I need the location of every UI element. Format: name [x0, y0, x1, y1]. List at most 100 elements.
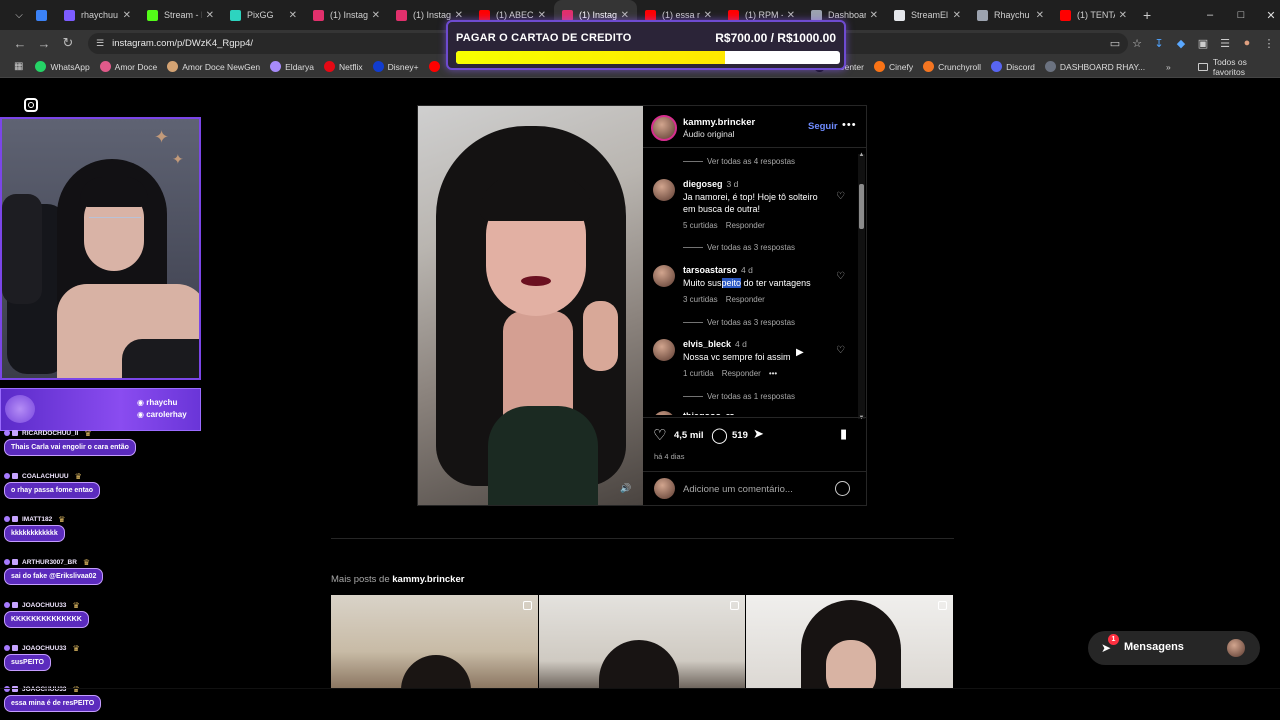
- install-app-icon[interactable]: ▭: [1104, 37, 1126, 50]
- like-count[interactable]: 4,5 mil: [674, 430, 704, 441]
- tab-close-icon[interactable]: ✕: [953, 10, 961, 21]
- browser-tab[interactable]: (1) TENTA ✕: [1052, 0, 1135, 30]
- forward-icon[interactable]: →: [32, 36, 56, 51]
- bookmark-item[interactable]: Netflix: [323, 61, 363, 72]
- profile-avatar-icon[interactable]: ●: [1236, 37, 1258, 49]
- bookmark-item[interactable]: Amor Doce: [99, 61, 157, 72]
- messages-button[interactable]: ➤ 1 Mensagens: [1088, 631, 1260, 665]
- tab-close-icon[interactable]: ✕: [538, 10, 546, 21]
- tab-close-icon[interactable]: ✕: [372, 10, 380, 21]
- post-video[interactable]: 🔊: [418, 106, 643, 505]
- browser-tab[interactable]: (1) Instag ✕: [305, 0, 388, 30]
- tab-close-icon[interactable]: ✕: [621, 10, 629, 21]
- more-options-icon[interactable]: •••: [842, 119, 857, 131]
- comments-scrollbar[interactable]: ▲ ▼: [858, 152, 865, 421]
- all-favorites[interactable]: Todos os favoritos: [1198, 57, 1280, 77]
- bookmark-item[interactable]: Disney+: [372, 61, 419, 72]
- view-replies-button[interactable]: Ver todas as 1 respostas: [683, 392, 795, 401]
- tab-close-icon[interactable]: ✕: [704, 10, 712, 21]
- like-comment-heart-icon[interactable]: ♡: [836, 271, 845, 282]
- like-heart-icon[interactable]: ♡: [653, 426, 666, 444]
- audio-label[interactable]: Áudio original: [683, 129, 735, 139]
- like-comment-heart-icon[interactable]: ♡: [836, 191, 845, 202]
- bookmark-star-icon[interactable]: ☆: [1126, 37, 1148, 50]
- view-replies-button[interactable]: Ver todas as 3 respostas: [683, 243, 795, 252]
- bookmark-item[interactable]: Cinefy: [873, 61, 913, 72]
- comment-likes[interactable]: 3 curtidas: [683, 295, 718, 304]
- bookmark-item[interactable]: Discord: [991, 61, 1035, 72]
- commenter-username[interactable]: thiagooo_rs: [683, 411, 735, 415]
- comment-bubble-icon[interactable]: ◯: [711, 426, 728, 444]
- bookmark-item[interactable]: [428, 61, 444, 72]
- tab-close-icon[interactable]: ✕: [289, 10, 297, 21]
- comment-likes[interactable]: 1 curtida: [683, 369, 714, 378]
- reply-button[interactable]: Responder: [722, 369, 761, 378]
- bookmark-item[interactable]: WhatsApp: [35, 61, 90, 72]
- comment-likes[interactable]: 5 curtidas: [683, 221, 718, 230]
- browser-tab[interactable]: Stream - I ✕: [139, 0, 222, 30]
- tab-close-icon[interactable]: ✕: [870, 10, 878, 21]
- tab-close-icon[interactable]: ✕: [206, 10, 214, 21]
- follow-button[interactable]: Seguir: [808, 121, 838, 132]
- more-post-thumbnail[interactable]: [331, 595, 538, 689]
- tab-close-icon[interactable]: ✕: [1036, 10, 1044, 21]
- instagram-logo-icon[interactable]: [24, 98, 38, 112]
- bookmark-item[interactable]: Amor Doce NewGen: [167, 61, 260, 72]
- media-control-icon[interactable]: ☰: [1214, 37, 1236, 50]
- more-post-thumbnail[interactable]: [539, 595, 745, 689]
- apps-grid-icon[interactable]: ▦: [14, 61, 23, 72]
- close-window-icon[interactable]: ✕: [1256, 0, 1280, 30]
- comment-options-icon[interactable]: •••: [769, 369, 777, 378]
- commenter-username[interactable]: elvis_bleck: [683, 339, 731, 349]
- commenter-avatar[interactable]: [653, 411, 675, 415]
- reload-icon[interactable]: ↻: [56, 35, 80, 51]
- scrollbar-thumb[interactable]: [859, 184, 864, 229]
- emoji-picker-icon[interactable]: [835, 481, 850, 496]
- bookmark-item[interactable]: DASHBOARD RHAY...: [1044, 61, 1145, 72]
- site-settings-icon[interactable]: ☰: [96, 38, 104, 49]
- browser-tab[interactable]: Rhaychu ✕: [969, 0, 1052, 30]
- more-post-thumbnail[interactable]: [746, 595, 953, 689]
- download-icon[interactable]: ↧: [1148, 37, 1170, 50]
- extension-gem-icon[interactable]: ◆: [1170, 37, 1192, 50]
- scroll-up-icon[interactable]: ▲: [858, 152, 865, 158]
- tab-close-icon[interactable]: ✕: [455, 10, 463, 21]
- commenter-avatar[interactable]: [653, 339, 675, 361]
- tab-close-icon[interactable]: ✕: [787, 10, 795, 21]
- minimize-icon[interactable]: –: [1195, 0, 1225, 30]
- comment-input-placeholder[interactable]: Adicione um comentário...: [683, 484, 793, 495]
- bookmark-item[interactable]: Crunchyroll: [923, 61, 981, 72]
- more-posts-author[interactable]: kammy.brincker: [392, 574, 464, 585]
- share-send-icon[interactable]: ➤: [753, 426, 764, 442]
- view-replies-button[interactable]: Ver todas as 3 respostas: [683, 318, 795, 327]
- tab-search-icon[interactable]: ⌵: [8, 4, 30, 26]
- bookmarks-overflow-icon[interactable]: »: [1166, 62, 1171, 72]
- browser-tab[interactable]: [30, 0, 56, 30]
- commenter-avatar[interactable]: [653, 265, 675, 287]
- bookmark-label: WhatsApp: [50, 61, 90, 72]
- tab-close-icon[interactable]: ✕: [1119, 10, 1127, 21]
- bookmark-item[interactable]: Eldarya: [270, 61, 314, 72]
- like-comment-heart-icon[interactable]: ♡: [836, 345, 845, 356]
- browser-tab[interactable]: StreamEl ✕: [886, 0, 969, 30]
- commenter-avatar[interactable]: [653, 179, 675, 201]
- new-tab-icon[interactable]: +: [1143, 7, 1151, 23]
- extensions-icon[interactable]: ▣: [1192, 37, 1214, 50]
- author-username[interactable]: kammy.brincker: [683, 117, 755, 128]
- commenter-username[interactable]: tarsoastarso: [683, 265, 737, 275]
- back-icon[interactable]: ←: [8, 36, 32, 51]
- maximize-icon[interactable]: □: [1226, 0, 1256, 30]
- volume-icon[interactable]: 🔊: [620, 483, 631, 494]
- commenter-username[interactable]: diegoseg: [683, 179, 723, 189]
- save-bookmark-icon[interactable]: ▮: [840, 426, 847, 442]
- view-replies-button[interactable]: Ver todas as 4 respostas: [683, 157, 795, 166]
- tab-close-icon[interactable]: ✕: [123, 10, 131, 21]
- add-comment-field[interactable]: Adicione um comentário...: [643, 471, 867, 505]
- browser-tab[interactable]: PixGG ✕: [222, 0, 305, 30]
- browser-menu-icon[interactable]: ⋮: [1258, 37, 1280, 50]
- browser-tab[interactable]: rhaychuu ✕: [56, 0, 139, 30]
- goal-progress-fill: [456, 51, 725, 64]
- reply-button[interactable]: Responder: [726, 295, 765, 304]
- reply-button[interactable]: Responder: [726, 221, 765, 230]
- author-avatar[interactable]: [651, 115, 677, 141]
